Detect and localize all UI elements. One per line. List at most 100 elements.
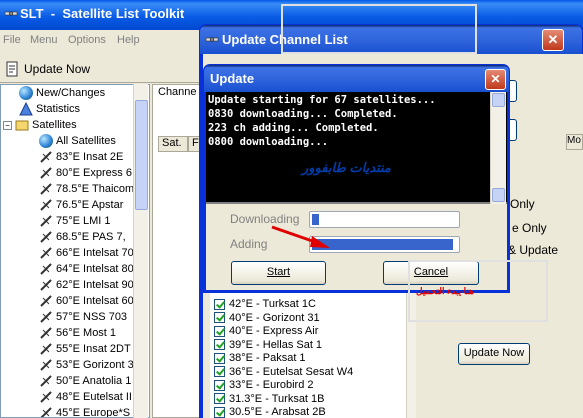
satellite-icon xyxy=(40,311,52,323)
tree-scrollbar[interactable] xyxy=(133,84,148,418)
tree-item-satellite[interactable]: 55°E Insat 2DT xyxy=(39,341,131,357)
annotation-text: هنا يبدء التحميل xyxy=(416,286,474,296)
satellite-checklist-item[interactable]: 42°E - Turksat 1C xyxy=(214,297,316,311)
close-icon: ✕ xyxy=(547,32,559,47)
tree-item-satellite[interactable]: 80°E Express 6 xyxy=(39,165,132,181)
checkbox[interactable] xyxy=(214,406,225,418)
satellite-checklist-item[interactable]: 40°E - Gorizont 31 xyxy=(214,311,320,325)
satellite-icon xyxy=(40,215,52,227)
tree-item-label: 55°E Insat 2DT xyxy=(56,343,131,355)
satellite-label: 40°E - Gorizont 31 xyxy=(229,311,320,324)
satellite-label: 40°E - Express Air xyxy=(229,325,319,337)
satellite-tree[interactable]: New/Changes Statistics − Satellites All … xyxy=(0,84,150,418)
tree-item-label: 83°E Insat 2E xyxy=(56,151,124,163)
option-label[interactable]: e Only xyxy=(512,221,547,235)
satellite-icon xyxy=(40,247,52,259)
update-log-console: Update starting for 67 satellites... 083… xyxy=(206,92,507,204)
checkbox[interactable] xyxy=(214,325,225,337)
satellite-checklist-item[interactable]: 36°E - Eutelsat Sesat W4 xyxy=(214,365,353,379)
tree-item-satellite[interactable]: 60°E Intelsat 60 xyxy=(39,293,134,309)
satellite-label: 38°E - Paksat 1 xyxy=(229,352,306,364)
tree-item-satellite[interactable]: 83°E Insat 2E xyxy=(39,149,123,165)
satellite-label: 31.3°E - Turksat 1B xyxy=(229,392,325,405)
satellite-icon xyxy=(40,327,52,339)
tree-item-label: 76.5°E Apstar xyxy=(56,199,124,211)
menu-options[interactable]: Options xyxy=(68,34,106,46)
tree-item-label: 75°E LMI 1 xyxy=(56,215,111,227)
satellite-icon xyxy=(40,391,52,403)
satellite-checklist[interactable]: 42°E - Turksat 1C 40°E - Gorizont 31 40°E … xyxy=(210,290,406,418)
checkbox[interactable] xyxy=(214,379,225,391)
tree-item-satellite[interactable]: 56°E Most 1 xyxy=(39,325,116,341)
tree-item-label: 60°E Intelsat 60 xyxy=(56,295,134,307)
tree-item-label: Satellites xyxy=(32,119,77,131)
update-channel-close-button[interactable]: ✕ xyxy=(542,29,564,51)
forum-watermark: منتديات طابفوور xyxy=(302,160,391,175)
column-header-sat[interactable]: Sat. xyxy=(158,136,188,152)
tree-item-label: 45°E Europe*S xyxy=(56,407,131,418)
downloading-label: Downloading xyxy=(230,212,300,226)
satellite-checklist-item[interactable]: 40°E - Express Air xyxy=(214,324,318,338)
globe-icon xyxy=(19,86,33,100)
toolbar-update-now-button[interactable]: Update Now xyxy=(4,58,90,80)
satellite-icon xyxy=(40,407,52,417)
tree-item-satellite[interactable]: 50°E Anatolia 1 xyxy=(39,373,131,389)
tree-item-satellite[interactable]: 66°E Intelsat 70 xyxy=(39,245,134,261)
tree-item-satellite[interactable]: 75°E LMI 1 xyxy=(39,213,111,229)
channel-panel-header: Channe xyxy=(158,86,197,98)
tree-item-satellite[interactable]: 64°E Intelsat 80 xyxy=(39,261,134,277)
tree-item-satellite[interactable]: 45°E Europe*S xyxy=(39,405,131,418)
log-line: 0830 downloading... Completed. xyxy=(208,108,398,120)
menu-file[interactable]: File xyxy=(3,34,21,46)
satellite-label: 39°E - Hellas Sat 1 xyxy=(229,338,323,351)
scroll-down-arrow[interactable] xyxy=(492,188,505,202)
log-scrollbar[interactable] xyxy=(490,92,506,204)
satellite-label: 30.5°E - Arabsat 2B xyxy=(229,406,326,418)
statistics-icon xyxy=(19,102,33,116)
satellite-icon xyxy=(40,359,52,371)
column-header-mode[interactable]: Mo xyxy=(566,134,583,150)
tree-item-statistics[interactable]: Statistics xyxy=(19,101,80,117)
checkbox[interactable] xyxy=(214,312,225,323)
option-label[interactable]: & Update xyxy=(508,243,558,257)
tree-item-satellite[interactable]: 78.5°E Thaicom xyxy=(39,181,134,197)
satellite-checklist-item[interactable]: 31.3°E - Turksat 1B xyxy=(214,392,325,406)
menu-help[interactable]: Help xyxy=(117,34,140,46)
tree-item-satellite[interactable]: 68.5°E PAS 7, xyxy=(39,229,126,245)
tree-item-label: 66°E Intelsat 70 xyxy=(56,247,134,259)
downloading-progress-fill xyxy=(312,214,319,225)
checkbox[interactable] xyxy=(214,366,225,377)
tree-item-satellite[interactable]: 53°E Gorizont 3 xyxy=(39,357,134,373)
satellite-checklist-item[interactable]: 33°E - Eurobird 2 xyxy=(214,378,314,392)
collapse-icon[interactable]: − xyxy=(3,120,12,130)
annotation-highlight-box xyxy=(281,4,477,54)
tree-item-label: 80°E Express 6 xyxy=(56,167,132,179)
satellite-checklist-item[interactable]: 39°E - Hellas Sat 1 xyxy=(214,338,322,352)
option-label[interactable]: Only xyxy=(510,197,535,211)
tree-item-satellite[interactable]: 76.5°E Apstar xyxy=(39,197,123,213)
tree-item-label: 64°E Intelsat 80 xyxy=(56,263,134,275)
scrollbar-thumb[interactable] xyxy=(135,100,148,210)
annotation-arrow-icon xyxy=(271,225,330,248)
update-dialog-close-button[interactable]: ✕ xyxy=(485,69,506,90)
menu-menu[interactable]: Menu xyxy=(30,34,58,46)
tree-item-label: New/Changes xyxy=(36,87,106,99)
start-button[interactable]: Start xyxy=(231,261,326,285)
satellite-icon xyxy=(40,183,52,195)
checkbox[interactable] xyxy=(214,393,225,404)
tree-item-label: 57°E NSS 703 xyxy=(56,311,128,323)
checkbox[interactable] xyxy=(214,352,225,364)
satellite-label: 36°E - Eutelsat Sesat W4 xyxy=(229,365,354,378)
scroll-up-arrow[interactable] xyxy=(492,93,505,107)
update-now-button[interactable]: Update Now xyxy=(458,343,530,365)
tree-item-satellite[interactable]: 48°E Eutelsat II xyxy=(39,389,132,405)
satellite-checklist-item[interactable]: 38°E - Paksat 1 xyxy=(214,351,306,365)
checkbox[interactable] xyxy=(214,298,225,310)
tree-item-satellite[interactable]: 62°E Intelsat 90 xyxy=(39,277,134,293)
satellite-checklist-item[interactable]: 30.5°E - Arabsat 2B xyxy=(214,405,326,418)
tree-item-satellites[interactable]: − Satellites xyxy=(3,117,77,133)
tree-item-satellite[interactable]: 57°E NSS 703 xyxy=(39,309,127,325)
tree-item-new-changes[interactable]: New/Changes xyxy=(19,85,105,101)
checkbox[interactable] xyxy=(214,339,225,350)
tree-item-all-satellites[interactable]: All Satellites xyxy=(39,133,116,149)
